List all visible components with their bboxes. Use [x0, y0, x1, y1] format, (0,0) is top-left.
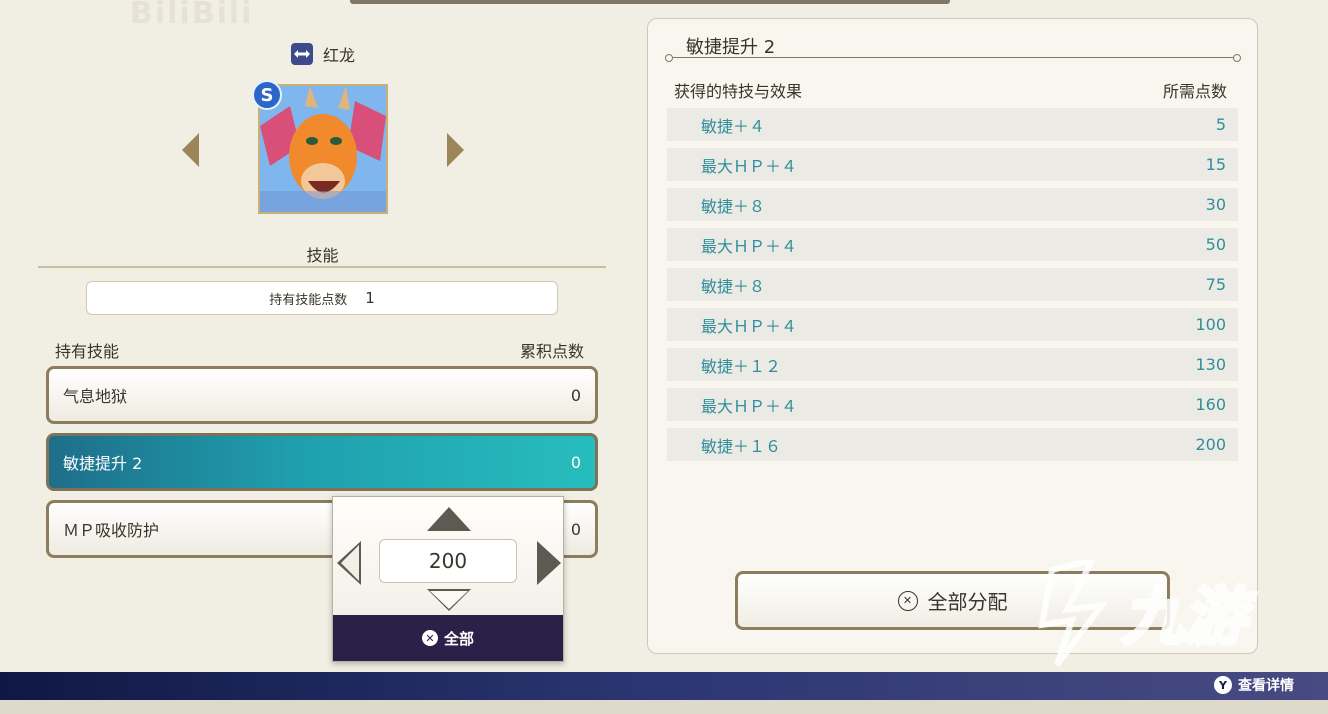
effect-row: 最大ＨＰ＋４ 50: [667, 228, 1238, 261]
skill-points: 0: [570, 519, 581, 539]
effect-row: 敏捷＋８ 30: [667, 188, 1238, 221]
arrow-right-icon[interactable]: [447, 133, 464, 167]
effect-row: 敏捷＋１２ 130: [667, 348, 1238, 381]
rank-badge: S: [252, 80, 282, 110]
effect-cost: 50: [1205, 235, 1226, 254]
character-name: 红龙: [323, 46, 356, 65]
view-details-hint[interactable]: Y 查看详情: [1214, 675, 1294, 695]
effect-name: 敏捷＋１２: [701, 356, 782, 376]
effect-row: 敏捷＋４ 5: [667, 108, 1238, 141]
effect-row: 最大ＨＰ＋４ 15: [667, 148, 1238, 181]
jiuyou-text: 九游: [1122, 580, 1256, 653]
effect-cost: 200: [1195, 435, 1226, 454]
skill-name: 敏捷提升 2: [63, 454, 143, 473]
detail-title-underline: [665, 54, 1241, 62]
effect-name: 最大ＨＰ＋４: [701, 236, 798, 256]
arrow-left-icon[interactable]: [182, 133, 199, 167]
effect-cost: 100: [1195, 315, 1226, 334]
skill-points-value: 1: [365, 289, 375, 307]
effect-row: 敏捷＋８ 75: [667, 268, 1238, 301]
skills-divider: [38, 266, 606, 268]
effect-name: 敏捷＋８: [701, 196, 766, 216]
effect-cost: 5: [1215, 115, 1226, 134]
increase-icon[interactable]: [537, 541, 561, 585]
quantity-popup: 200 ✕ 全部: [332, 496, 564, 662]
x-button-icon: ✕: [421, 630, 438, 646]
x-button-icon: ✕: [897, 590, 918, 611]
effect-cost: 15: [1205, 155, 1226, 174]
effect-name: 最大ＨＰ＋４: [701, 316, 798, 336]
y-button-icon: Y: [1214, 676, 1232, 694]
effect-name: 最大ＨＰ＋４: [701, 156, 798, 176]
skill-points: 0: [570, 385, 581, 405]
swap-icon[interactable]: [291, 43, 313, 65]
skill-row-breath-hell[interactable]: 气息地狱 0: [46, 366, 598, 424]
effect-name: 敏捷＋４: [701, 116, 766, 136]
owned-skills-header: 持有技能: [55, 342, 120, 361]
effect-cost: 30: [1205, 195, 1226, 214]
accumulated-points-header: 累积点数: [520, 342, 585, 361]
character-header: 红龙: [291, 42, 355, 66]
skills-heading: 技能: [306, 246, 339, 265]
detail-title: 敏捷提升 2: [686, 37, 776, 58]
effect-row: 最大ＨＰ＋４ 100: [667, 308, 1238, 341]
up-arrow-icon[interactable]: [427, 507, 471, 531]
effect-name: 敏捷＋８: [701, 276, 766, 296]
effects-header: 获得的特技与效果: [674, 82, 803, 101]
select-all-button[interactable]: ✕ 全部: [333, 615, 563, 661]
top-bar: [350, 0, 950, 4]
bottom-strip: [0, 700, 1328, 714]
skill-points: 0: [570, 452, 581, 472]
view-details-label: 查看详情: [1238, 678, 1294, 694]
skill-points-label: 持有技能点数: [269, 292, 348, 308]
cost-header: 所需点数: [1163, 82, 1228, 101]
assign-all-label: 全部分配: [927, 590, 1008, 614]
effect-row: 敏捷＋１６ 200: [667, 428, 1238, 461]
select-all-label: 全部: [443, 629, 474, 648]
effect-cost: 130: [1195, 355, 1226, 374]
effect-row: 最大ＨＰ＋４ 160: [667, 388, 1238, 421]
bottom-bar: [0, 672, 1328, 700]
bilibili-watermark: BiliBili: [130, 0, 254, 31]
skill-points-box: 持有技能点数 1: [86, 281, 558, 315]
skill-name: ＭＰ吸收防护: [63, 521, 160, 540]
quantity-value[interactable]: 200: [379, 539, 517, 583]
effect-name: 最大ＨＰ＋４: [701, 396, 798, 416]
effect-cost: 160: [1195, 395, 1226, 414]
jiuyou-watermark: 九游: [1038, 560, 1258, 667]
effect-name: 敏捷＋１６: [701, 436, 782, 456]
effect-cost: 75: [1205, 275, 1226, 294]
skill-row-agility-up-2[interactable]: 敏捷提升 2 0: [46, 433, 598, 491]
skill-name: 气息地狱: [63, 387, 128, 406]
